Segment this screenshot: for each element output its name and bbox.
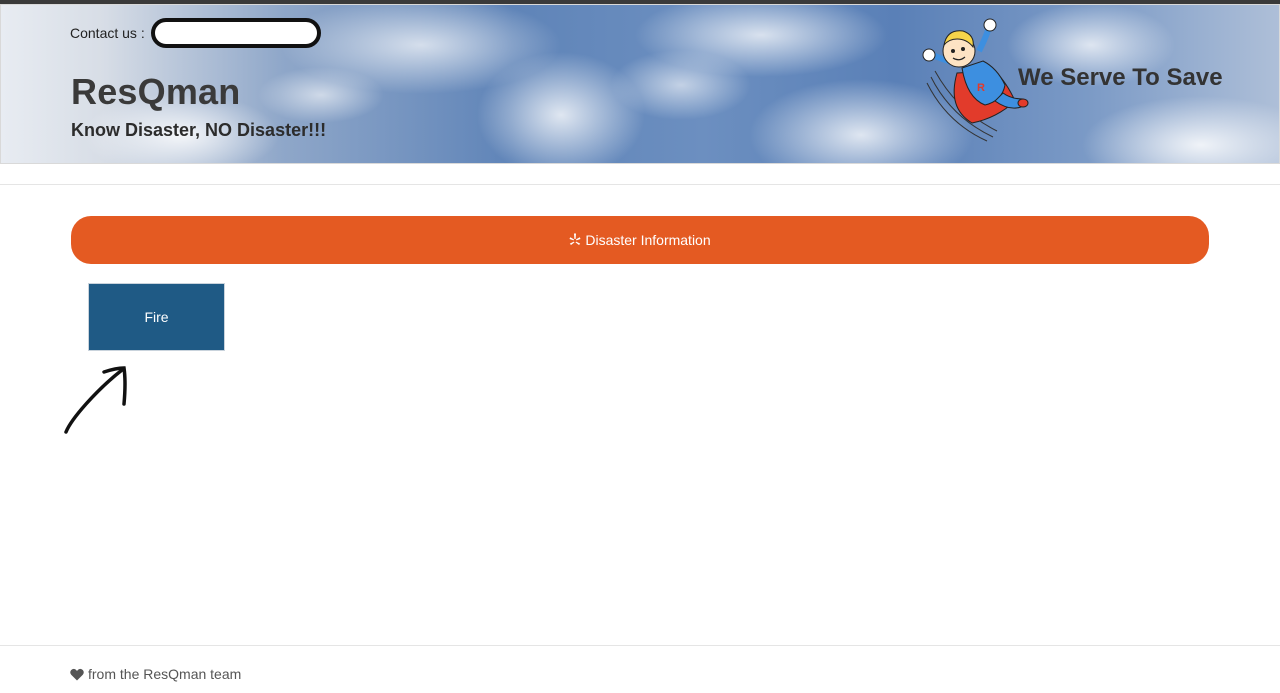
header-banner: Contact us : ResQman Know Disaster, NO D…: [0, 4, 1280, 164]
fire-tile-label: Fire: [144, 309, 169, 325]
superhero-mascot-icon: R: [922, 18, 1029, 142]
heart-icon: [70, 668, 84, 680]
fire-tile[interactable]: Fire: [88, 283, 225, 351]
disaster-information-button[interactable]: Disaster Information: [71, 216, 1209, 264]
contact-input[interactable]: [150, 18, 321, 48]
brand-title[interactable]: ResQman: [71, 71, 240, 113]
disaster-information-label: Disaster Information: [585, 232, 711, 248]
footer: from the ResQman team: [70, 666, 241, 682]
yelp-icon: [569, 233, 581, 245]
section-divider: [0, 184, 1280, 185]
contact-section: Contact us :: [70, 18, 321, 48]
svg-text:R: R: [977, 82, 985, 94]
motto: We Serve To Save: [1018, 64, 1223, 91]
footer-divider: [0, 645, 1280, 646]
contact-label: Contact us :: [70, 25, 145, 41]
footer-text: from the ResQman team: [88, 666, 242, 682]
tagline: Know Disaster, NO Disaster!!!: [71, 120, 327, 140]
arrow-up-right-icon: [64, 366, 127, 434]
